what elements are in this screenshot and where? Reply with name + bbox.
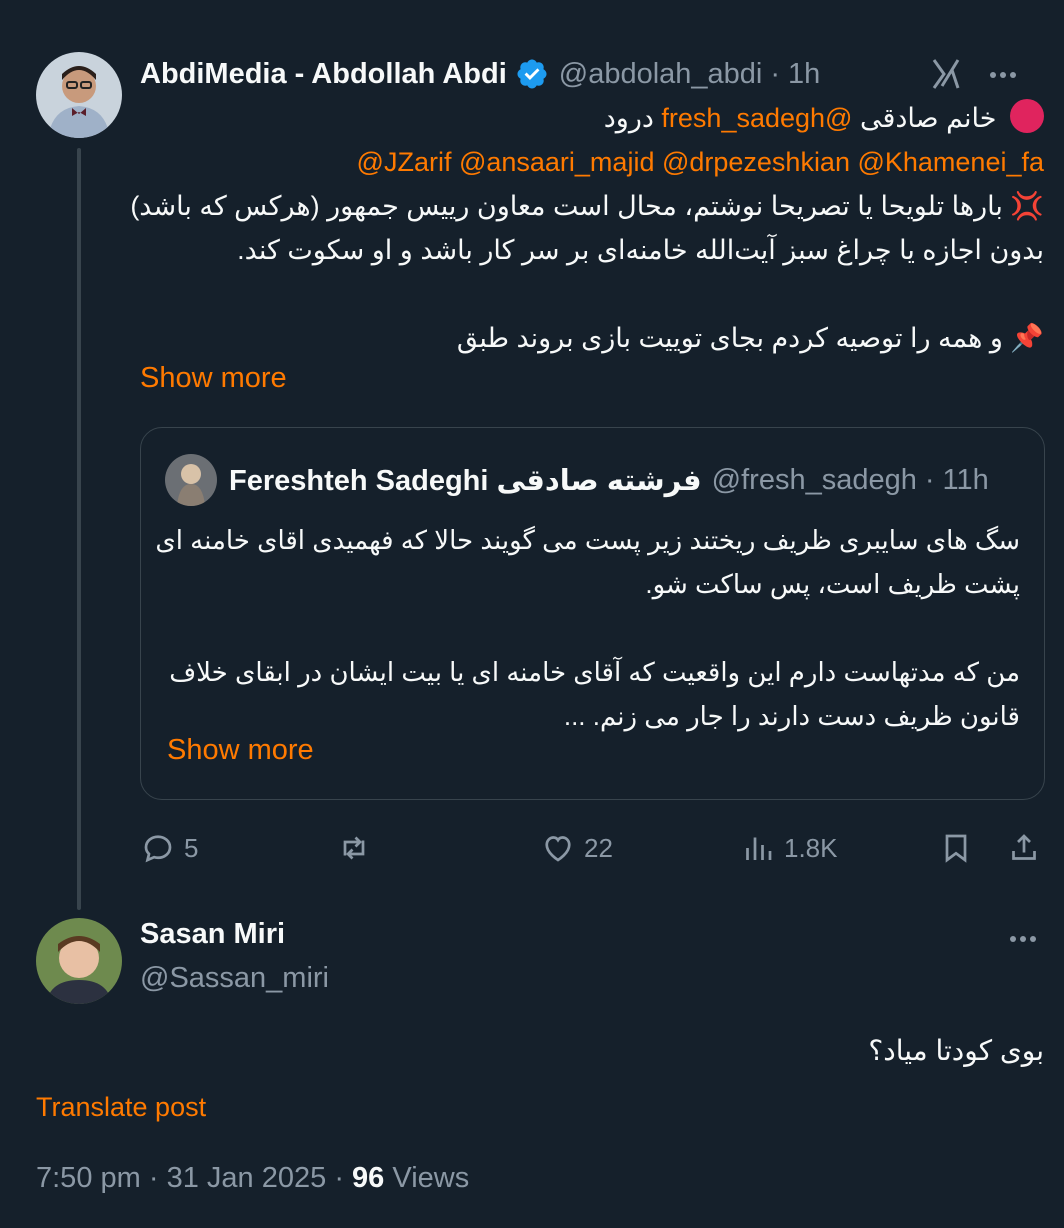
red-circle-icon xyxy=(1010,99,1044,133)
translate-post-link[interactable]: Translate post xyxy=(36,1092,206,1123)
views-number: 96 xyxy=(352,1162,385,1194)
author-handle[interactable]: @abdolah_abdi xyxy=(559,58,763,91)
post-date[interactable]: 31 Jan 2025 xyxy=(167,1162,327,1194)
author-name[interactable]: AbdiMedia - Abdollah Abdi xyxy=(140,58,507,91)
quote-timestamp[interactable]: 11h xyxy=(943,464,989,497)
tweet-action-bar: 5 22 1.8K xyxy=(140,822,1045,874)
tweet-line-3: 💢 بارها تلویحا یا تصریحا نوشتم، محال است… xyxy=(130,191,1044,221)
views-button[interactable]: 1.8K xyxy=(740,822,838,874)
reply-author-name[interactable]: Sasan Miri xyxy=(140,918,285,951)
quote-body: سگ های سایبری ظریف ریختند زیر پست می گوی… xyxy=(155,518,1020,738)
quote-header: Fereshteh Sadeghi فرشته صادقی @fresh_sad… xyxy=(165,454,1024,506)
reply-author-handle[interactable]: @Sassan_miri xyxy=(140,962,329,995)
repost-icon xyxy=(343,836,365,860)
tweet-timestamp[interactable]: 1h xyxy=(788,58,820,91)
quote-line: قانون ظریف دست دارند را جار می زنم. ... xyxy=(563,701,1020,731)
verified-badge-icon xyxy=(515,57,549,91)
like-button[interactable]: 22 xyxy=(540,822,613,874)
reply-icon xyxy=(144,835,172,863)
reply-count: 5 xyxy=(184,832,199,863)
post-time[interactable]: 7:50 pm xyxy=(36,1162,141,1194)
quote-line: سگ های سایبری ظریف ریختند زیر پست می گوی… xyxy=(155,525,1020,555)
reply-more-options-icon[interactable] xyxy=(1006,922,1040,956)
bookmark-button[interactable] xyxy=(938,822,982,874)
views-chart-icon xyxy=(746,837,772,860)
meta-separator: · xyxy=(334,1162,344,1194)
share-icon xyxy=(1012,834,1036,860)
quote-author-avatar[interactable] xyxy=(165,454,217,506)
author-avatar[interactable] xyxy=(36,52,122,138)
post-meta: 7:50 pm · 31 Jan 2025 · 96 Views xyxy=(36,1162,469,1195)
tweet-header: AbdiMedia - Abdollah Abdi @abdolah_abdi … xyxy=(140,52,1044,96)
greeting-text: خانم صادقی xyxy=(859,103,997,133)
quote-show-more-link[interactable]: Show more xyxy=(167,734,314,767)
bookmark-icon xyxy=(945,834,967,863)
quoted-tweet-card[interactable]: Fereshteh Sadeghi فرشته صادقی @fresh_sad… xyxy=(140,427,1045,800)
reply-author-avatar[interactable] xyxy=(36,918,122,1004)
tweet-thread-page: AbdiMedia - Abdollah Abdi @abdolah_abdi … xyxy=(0,0,1064,1228)
quote-separator-dot: · xyxy=(924,463,935,496)
reply-body: بوی کودتا میاد؟ xyxy=(868,1035,1044,1066)
thread-connector-line xyxy=(77,148,81,910)
mentions-line[interactable]: @JZarif @ansaari_majid @drpezeshkian @Kh… xyxy=(140,140,1044,184)
show-more-link[interactable]: Show more xyxy=(140,362,287,395)
separator-dot: · xyxy=(770,57,781,90)
quote-author-handle[interactable]: @fresh_sadegh xyxy=(712,464,917,497)
quote-line: پشت ظریف است، پس ساکت شو. xyxy=(645,569,1020,599)
reply-button[interactable]: 5 xyxy=(140,822,198,874)
meta-separator: · xyxy=(148,1162,159,1194)
grok-icon[interactable] xyxy=(928,56,964,92)
repost-button[interactable] xyxy=(336,822,380,874)
views-count: 1.8K xyxy=(784,832,838,863)
tweet-line-5: 📌 و همه را توصیه کردم بجای توییت بازی بر… xyxy=(456,323,1044,353)
heart-icon xyxy=(545,836,571,862)
tweet-line-4: بدون اجازه یا چراغ سبز آیت‌الله خامنه‌ای… xyxy=(237,235,1044,265)
mention-link[interactable]: @fresh_sadegh xyxy=(661,103,852,133)
like-count: 22 xyxy=(584,832,613,863)
share-button[interactable] xyxy=(1006,822,1050,874)
greeting-tail: درود xyxy=(603,103,654,133)
views-label: Views xyxy=(392,1162,470,1194)
quote-line: من که مدتهاست دارم این واقعیت که آقای خا… xyxy=(169,657,1020,687)
quote-author-name[interactable]: Fereshteh Sadeghi فرشته صادقی xyxy=(229,463,702,498)
quote-line-blank xyxy=(165,606,1020,650)
tweet-line-greeting: خانم صادقی @fresh_sadegh درود xyxy=(140,96,1044,140)
more-options-icon[interactable] xyxy=(986,58,1020,92)
tweet-body: خانم صادقی @fresh_sadegh درود @JZarif @a… xyxy=(130,96,1044,360)
